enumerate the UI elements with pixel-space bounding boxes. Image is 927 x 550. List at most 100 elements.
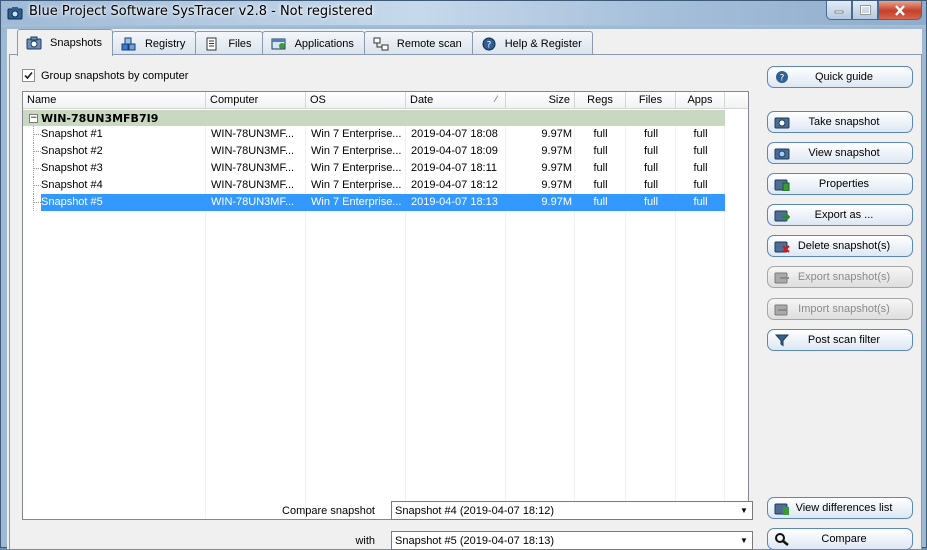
- tree-connector: [33, 194, 41, 211]
- cell-apps: full: [693, 128, 708, 140]
- remote-scan-icon: [373, 37, 389, 50]
- group-by-computer-checkbox[interactable]: [22, 69, 35, 82]
- quick-guide-label: Quick guide: [814, 71, 874, 83]
- collapse-toggle-icon[interactable]: −: [29, 113, 38, 123]
- filter-icon: [774, 333, 790, 347]
- cell-date: 2019-04-07 18:13: [406, 194, 506, 211]
- cell-date: 2019-04-07 18:09: [411, 145, 498, 157]
- tab-files[interactable]: Files: [195, 31, 263, 55]
- column-os[interactable]: OS: [306, 92, 406, 109]
- properties-icon: [774, 177, 790, 191]
- group-by-computer-label: Group snapshots by computer: [41, 69, 189, 82]
- post-scan-filter-label: Post scan filter: [807, 334, 881, 346]
- column-files[interactable]: Files: [626, 92, 676, 109]
- cell-os: Win 7 Enterprise...: [306, 194, 406, 211]
- snapshot-row[interactable]: Snapshot #3 WIN-78UN3MF... Win 7 Enterpris…: [23, 160, 725, 177]
- sort-ascending-icon: ⁄: [495, 94, 497, 104]
- group-by-computer-option[interactable]: Group snapshots by computer: [22, 69, 188, 82]
- cell-name: Snapshot #2: [41, 145, 103, 157]
- registry-icon: [121, 37, 136, 50]
- minimize-button[interactable]: [826, 1, 852, 20]
- magnifier-icon: [774, 532, 790, 546]
- properties-button[interactable]: Properties: [767, 173, 913, 195]
- svg-text:?: ?: [486, 40, 491, 50]
- title-bar[interactable]: Blue Project Software SysTracer v2.8 - N…: [1, 1, 926, 25]
- snapshot-row[interactable]: Snapshot #1 WIN-78UN3MF... Win 7 Enterpris…: [23, 126, 725, 143]
- tree-connector: [33, 177, 41, 194]
- cell-regs: full: [593, 128, 608, 140]
- tab-snapshots[interactable]: Snapshots: [17, 29, 113, 56]
- tree-connector: [33, 160, 41, 177]
- help-icon: ?: [482, 37, 496, 50]
- compare-label: Compare: [821, 533, 867, 545]
- column-date[interactable]: Date ⁄: [406, 92, 506, 109]
- post-scan-filter-button[interactable]: Post scan filter: [767, 329, 913, 351]
- cell-date: 2019-04-07 18:11: [411, 162, 498, 174]
- tab-label: Remote scan: [396, 37, 462, 50]
- tree-connector: [33, 143, 41, 160]
- take-snapshot-button[interactable]: Take snapshot: [767, 111, 913, 133]
- cell-size: 9.97M: [541, 162, 572, 174]
- snapshots-panel: Group snapshots by computer Name Compute…: [9, 54, 922, 550]
- compare-snapshot-select[interactable]: Snapshot #4 (2019-04-07 18:12) ▼: [391, 501, 753, 520]
- cell-computer: WIN-78UN3MF...: [211, 145, 295, 157]
- cell-size: 9.97M: [541, 128, 572, 140]
- view-snapshot-button[interactable]: View snapshot: [767, 142, 913, 164]
- maximize-button[interactable]: [852, 1, 878, 20]
- camera-icon: [26, 36, 42, 50]
- cell-name: Snapshot #3: [41, 162, 103, 174]
- export-as-label: Export as ...: [814, 209, 874, 221]
- cell-apps: full: [676, 194, 725, 211]
- column-apps[interactable]: Apps: [676, 92, 725, 109]
- with-snapshot-select[interactable]: Snapshot #5 (2019-04-07 18:13) ▼: [391, 531, 753, 550]
- computer-group-row[interactable]: − WIN-78UN3MFB7I9: [23, 110, 725, 126]
- tab-label: Files: [228, 37, 252, 50]
- tab-help-register[interactable]: ? Help & Register: [471, 31, 593, 55]
- export-snapshots-button[interactable]: Export snapshot(s): [767, 266, 913, 288]
- delete-snapshots-label: Delete snapshot(s): [797, 240, 891, 252]
- tab-label: Registry: [144, 37, 186, 50]
- tab-remote-scan[interactable]: Remote scan: [363, 31, 473, 55]
- cell-size: 9.97M: [541, 145, 572, 157]
- compare-snapshot-value: Snapshot #4 (2019-04-07 18:12): [395, 504, 555, 517]
- cell-name: Snapshot #5: [41, 194, 206, 211]
- column-name[interactable]: Name: [23, 92, 206, 109]
- view-differences-button[interactable]: View differences list: [767, 497, 913, 519]
- tab-registry[interactable]: Registry: [111, 31, 197, 55]
- tab-applications[interactable]: Applications: [261, 31, 365, 55]
- applications-icon: [271, 38, 286, 49]
- checkmark-icon: [24, 71, 33, 80]
- cell-computer: WIN-78UN3MF...: [206, 194, 306, 211]
- cell-regs: full: [593, 145, 608, 157]
- cell-files: full: [643, 162, 659, 174]
- import-snapshots-button[interactable]: Import snapshot(s): [767, 298, 913, 320]
- properties-label: Properties: [818, 178, 870, 190]
- cell-computer: WIN-78UN3MF...: [211, 162, 295, 174]
- window-title: Blue Project Software SysTracer v2.8 - N…: [29, 4, 373, 19]
- snapshot-list[interactable]: Name Computer OS Date ⁄ Size Regs Files …: [22, 91, 749, 520]
- camera-app-icon: [7, 7, 23, 20]
- view-snapshot-label: View snapshot: [808, 147, 880, 159]
- list-header: Name Computer OS Date ⁄ Size Regs Files …: [23, 92, 748, 109]
- delete-snapshots-button[interactable]: Delete snapshot(s): [767, 235, 913, 257]
- snapshot-row[interactable]: Snapshot #2 WIN-78UN3MF... Win 7 Enterpris…: [23, 143, 725, 160]
- quick-guide-button[interactable]: ? Quick guide: [767, 66, 913, 88]
- cell-files: full: [626, 194, 676, 211]
- column-computer[interactable]: Computer: [206, 92, 306, 109]
- cell-os: Win 7 Enterprise...: [311, 179, 402, 191]
- column-date-label: Date: [410, 94, 434, 106]
- delete-icon: [774, 239, 790, 253]
- snapshot-row[interactable]: Snapshot #4 WIN-78UN3MF... Win 7 Enterpris…: [23, 177, 725, 194]
- column-regs[interactable]: Regs: [575, 92, 626, 109]
- snapshot-row[interactable]: Snapshot #5 WIN-78UN3MF... Win 7 Enterpris…: [23, 194, 725, 211]
- dropdown-arrow-icon[interactable]: ▼: [736, 532, 752, 549]
- maximize-icon: [859, 5, 871, 15]
- cell-files: full: [643, 145, 659, 157]
- export-as-button[interactable]: Export as ...: [767, 204, 913, 226]
- cell-computer: WIN-78UN3MF...: [211, 128, 295, 140]
- cell-regs: full: [593, 162, 608, 174]
- compare-button[interactable]: Compare: [767, 528, 913, 550]
- close-button[interactable]: [878, 1, 922, 20]
- column-size[interactable]: Size: [506, 92, 575, 109]
- dropdown-arrow-icon[interactable]: ▼: [736, 502, 752, 519]
